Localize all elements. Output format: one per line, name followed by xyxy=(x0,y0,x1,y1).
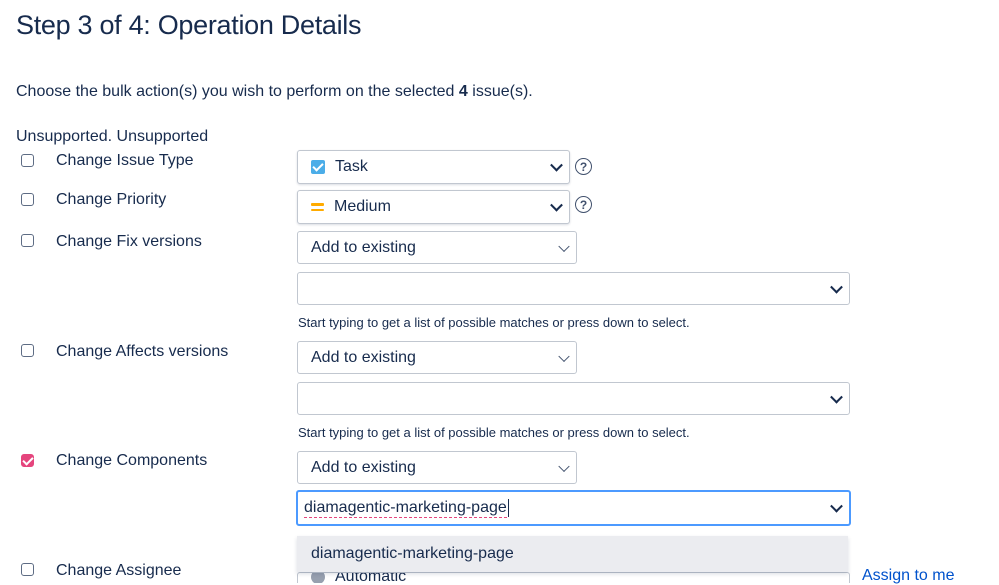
fix-versions-mode-value: Add to existing xyxy=(311,238,416,256)
text-caret xyxy=(507,499,509,517)
components-suggestion-item[interactable]: diamagentic-marketing-page xyxy=(297,536,848,572)
task-icon xyxy=(311,160,325,174)
chevron-down-icon xyxy=(830,280,843,294)
issue-type-value: Task xyxy=(335,158,368,175)
priority-help-icon[interactable]: ? xyxy=(575,196,592,213)
intro-text: Choose the bulk action(s) you wish to pe… xyxy=(16,83,533,101)
chevron-down-icon xyxy=(830,390,843,404)
issue-type-select[interactable]: Task xyxy=(297,150,570,184)
chevron-down-icon xyxy=(558,460,570,472)
affects-versions-mode-value: Add to existing xyxy=(311,348,416,366)
unsupported-notice: Unsupported. Unsupported xyxy=(16,128,209,145)
priority-medium-icon xyxy=(311,200,324,214)
change-issue-type-label: Change Issue Type xyxy=(56,152,194,169)
assignee-value-wrap: Automatic xyxy=(311,572,407,583)
assignee-value: Automatic xyxy=(335,572,407,583)
fix-versions-mode-select[interactable]: Add to existing xyxy=(297,231,577,264)
priority-value: Medium xyxy=(334,198,391,215)
assign-to-me-link[interactable]: Assign to me xyxy=(862,567,954,585)
chevron-down-icon xyxy=(558,240,570,252)
intro-before: Choose the bulk action(s) you wish to pe… xyxy=(16,83,459,100)
affects-versions-mode-select[interactable]: Add to existing xyxy=(297,341,577,374)
fix-versions-input[interactable] xyxy=(297,272,850,305)
issue-type-help-icon[interactable]: ? xyxy=(575,158,592,175)
change-components-label: Change Components xyxy=(56,452,208,469)
change-fix-versions-checkbox[interactable] xyxy=(21,234,34,247)
components-mode-select[interactable]: Add to existing xyxy=(297,451,577,484)
chevron-down-icon xyxy=(550,198,563,212)
chevron-down-icon xyxy=(558,350,570,362)
chevron-down-icon xyxy=(830,499,843,513)
components-input[interactable]: diamagentic-marketing-page xyxy=(296,490,851,526)
fix-versions-hint: Start typing to get a list of possible m… xyxy=(298,315,690,330)
chevron-down-icon xyxy=(550,158,563,172)
change-priority-checkbox[interactable] xyxy=(21,193,34,206)
change-assignee-label: Change Assignee xyxy=(56,562,182,579)
affects-versions-hint: Start typing to get a list of possible m… xyxy=(298,425,690,440)
change-priority-label: Change Priority xyxy=(56,191,167,208)
change-assignee-checkbox[interactable] xyxy=(21,563,34,576)
change-affects-versions-label: Change Affects versions xyxy=(56,343,229,360)
intro-after: issue(s). xyxy=(467,83,533,100)
change-issue-type-checkbox[interactable] xyxy=(21,154,34,167)
priority-select[interactable]: Medium xyxy=(297,190,570,224)
page-title: Step 3 of 4: Operation Details xyxy=(16,10,362,40)
change-components-checkbox[interactable] xyxy=(21,454,34,467)
components-input-value: diamagentic-marketing-page xyxy=(304,498,507,518)
assignee-select[interactable]: Automatic xyxy=(297,572,850,583)
change-affects-versions-checkbox[interactable] xyxy=(21,344,34,357)
avatar-icon xyxy=(311,573,325,583)
components-mode-value: Add to existing xyxy=(311,458,416,476)
change-fix-versions-label: Change Fix versions xyxy=(56,233,202,250)
issue-count: 4 xyxy=(458,83,468,100)
affects-versions-input[interactable] xyxy=(297,382,850,415)
